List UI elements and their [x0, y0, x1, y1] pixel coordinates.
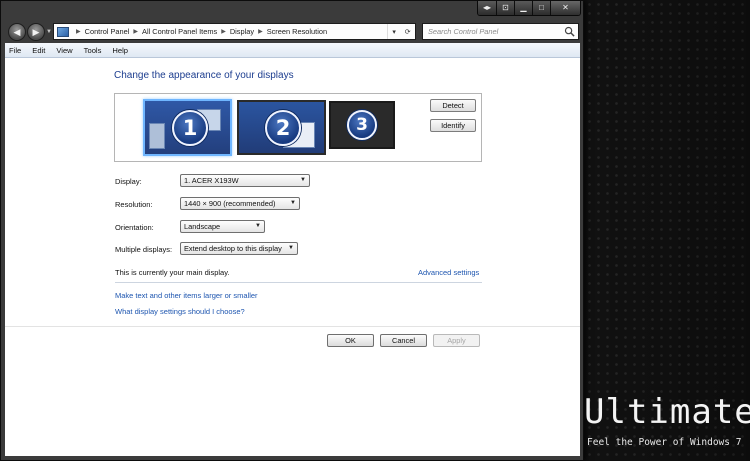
apply-button[interactable]: Apply: [433, 334, 480, 347]
caption-buttons: ◂▸ ⊡ ▁ □ ✕: [477, 1, 581, 16]
chevron-down-icon: ▼: [288, 245, 294, 251]
orientation-value: Landscape: [184, 222, 221, 231]
maximize-button[interactable]: □: [532, 1, 550, 15]
cancel-button[interactable]: Cancel: [380, 334, 427, 347]
breadcrumb-display[interactable]: Display: [230, 27, 254, 36]
forward-arrow-icon[interactable]: ▶: [27, 23, 45, 41]
breadcrumb-separator[interactable]: ▶: [258, 28, 263, 35]
monitor-number: 1: [172, 110, 208, 146]
breadcrumb-separator[interactable]: ▶: [133, 28, 138, 35]
footer-divider: [5, 326, 580, 327]
navigation-bar: ◀ ▶ ▼ ▶ Control Panel ▶ All Control Pane…: [1, 20, 583, 42]
text-size-link[interactable]: Make text and other items larger or smal…: [115, 291, 258, 300]
title-bar[interactable]: ◂▸ ⊡ ▁ □ ✕: [1, 1, 583, 20]
menu-tools[interactable]: Tools: [84, 46, 102, 55]
resolution-select[interactable]: 1440 × 900 (recommended) ▼: [180, 197, 300, 210]
search-placeholder: Search Control Panel: [428, 27, 499, 36]
menu-file[interactable]: File: [9, 46, 21, 55]
recent-pages-dropdown[interactable]: ▼: [46, 29, 52, 35]
menu-view[interactable]: View: [56, 46, 72, 55]
monitor-number: 3: [347, 110, 377, 140]
branding-title: Ultimate: [584, 392, 750, 432]
refresh-icon[interactable]: ⟳: [405, 28, 411, 36]
monitor-3[interactable]: 3: [329, 101, 395, 149]
multiple-displays-select[interactable]: Extend desktop to this display ▼: [180, 242, 298, 255]
control-panel-icon: [57, 26, 69, 37]
display-label: Display:: [115, 177, 142, 186]
identify-button[interactable]: Identify: [430, 119, 476, 132]
breadcrumb-separator[interactable]: ▶: [76, 28, 81, 35]
minimize-button[interactable]: ▁: [514, 1, 532, 15]
close-button[interactable]: ✕: [550, 1, 580, 15]
resolution-value: 1440 × 900 (recommended): [184, 199, 276, 208]
divider: [115, 282, 482, 283]
search-icon[interactable]: [564, 26, 575, 37]
menu-help[interactable]: Help: [112, 46, 128, 55]
menu-bar: File Edit View Tools Help: [5, 43, 580, 58]
chevron-down-icon: ▼: [255, 223, 261, 229]
address-bar[interactable]: ▶ Control Panel ▶ All Control Panel Item…: [53, 23, 416, 40]
monitor-2[interactable]: 2: [237, 100, 326, 155]
multiple-displays-value: Extend desktop to this display: [184, 244, 282, 253]
orientation-label: Orientation:: [115, 223, 154, 232]
address-dropdown-icon[interactable]: ▾: [392, 28, 396, 36]
page-title: Change the appearance of your displays: [114, 70, 294, 81]
screen-resolution-window: ◂▸ ⊡ ▁ □ ✕ ◀ ▶ ▼ ▶ Control Panel ▶ All C…: [0, 0, 584, 461]
breadcrumb-separator[interactable]: ▶: [221, 28, 226, 35]
detect-button[interactable]: Detect: [430, 99, 476, 112]
multiple-displays-label: Multiple displays:: [115, 245, 173, 254]
address-controls: ▾ ⟳: [387, 24, 415, 39]
display-value: 1. ACER X193W: [184, 176, 239, 185]
monitor-arrangement: 1 2 3 Detect Identify: [114, 93, 482, 162]
search-input[interactable]: Search Control Panel: [422, 23, 579, 40]
advanced-settings-link[interactable]: Advanced settings: [418, 268, 479, 277]
window-thumbnail: [149, 123, 165, 149]
display-select[interactable]: 1. ACER X193W ▼: [180, 174, 310, 187]
monitor-1[interactable]: 1: [143, 99, 232, 156]
orientation-select[interactable]: Landscape ▼: [180, 220, 265, 233]
chevron-down-icon: ▼: [300, 177, 306, 183]
ok-button[interactable]: OK: [327, 334, 374, 347]
breadcrumb-control-panel[interactable]: Control Panel: [85, 27, 130, 36]
restore-icon[interactable]: ◂▸: [478, 1, 496, 15]
content-pane: Change the appearance of your displays 1…: [5, 58, 580, 456]
resolution-label: Resolution:: [115, 200, 153, 209]
breadcrumb-all-items[interactable]: All Control Panel Items: [142, 27, 217, 36]
display-settings-help-link[interactable]: What display settings should I choose?: [115, 307, 245, 316]
main-display-status: This is currently your main display.: [115, 268, 230, 277]
back-arrow-icon[interactable]: ◀: [8, 23, 26, 41]
branding-tagline: Feel the Power of Windows 7: [587, 437, 742, 448]
monitor-number: 2: [265, 110, 301, 146]
chevron-down-icon: ▼: [290, 200, 296, 206]
menu-edit[interactable]: Edit: [32, 46, 45, 55]
pin-icon[interactable]: ⊡: [496, 1, 514, 15]
breadcrumb-screen-resolution[interactable]: Screen Resolution: [267, 27, 327, 36]
